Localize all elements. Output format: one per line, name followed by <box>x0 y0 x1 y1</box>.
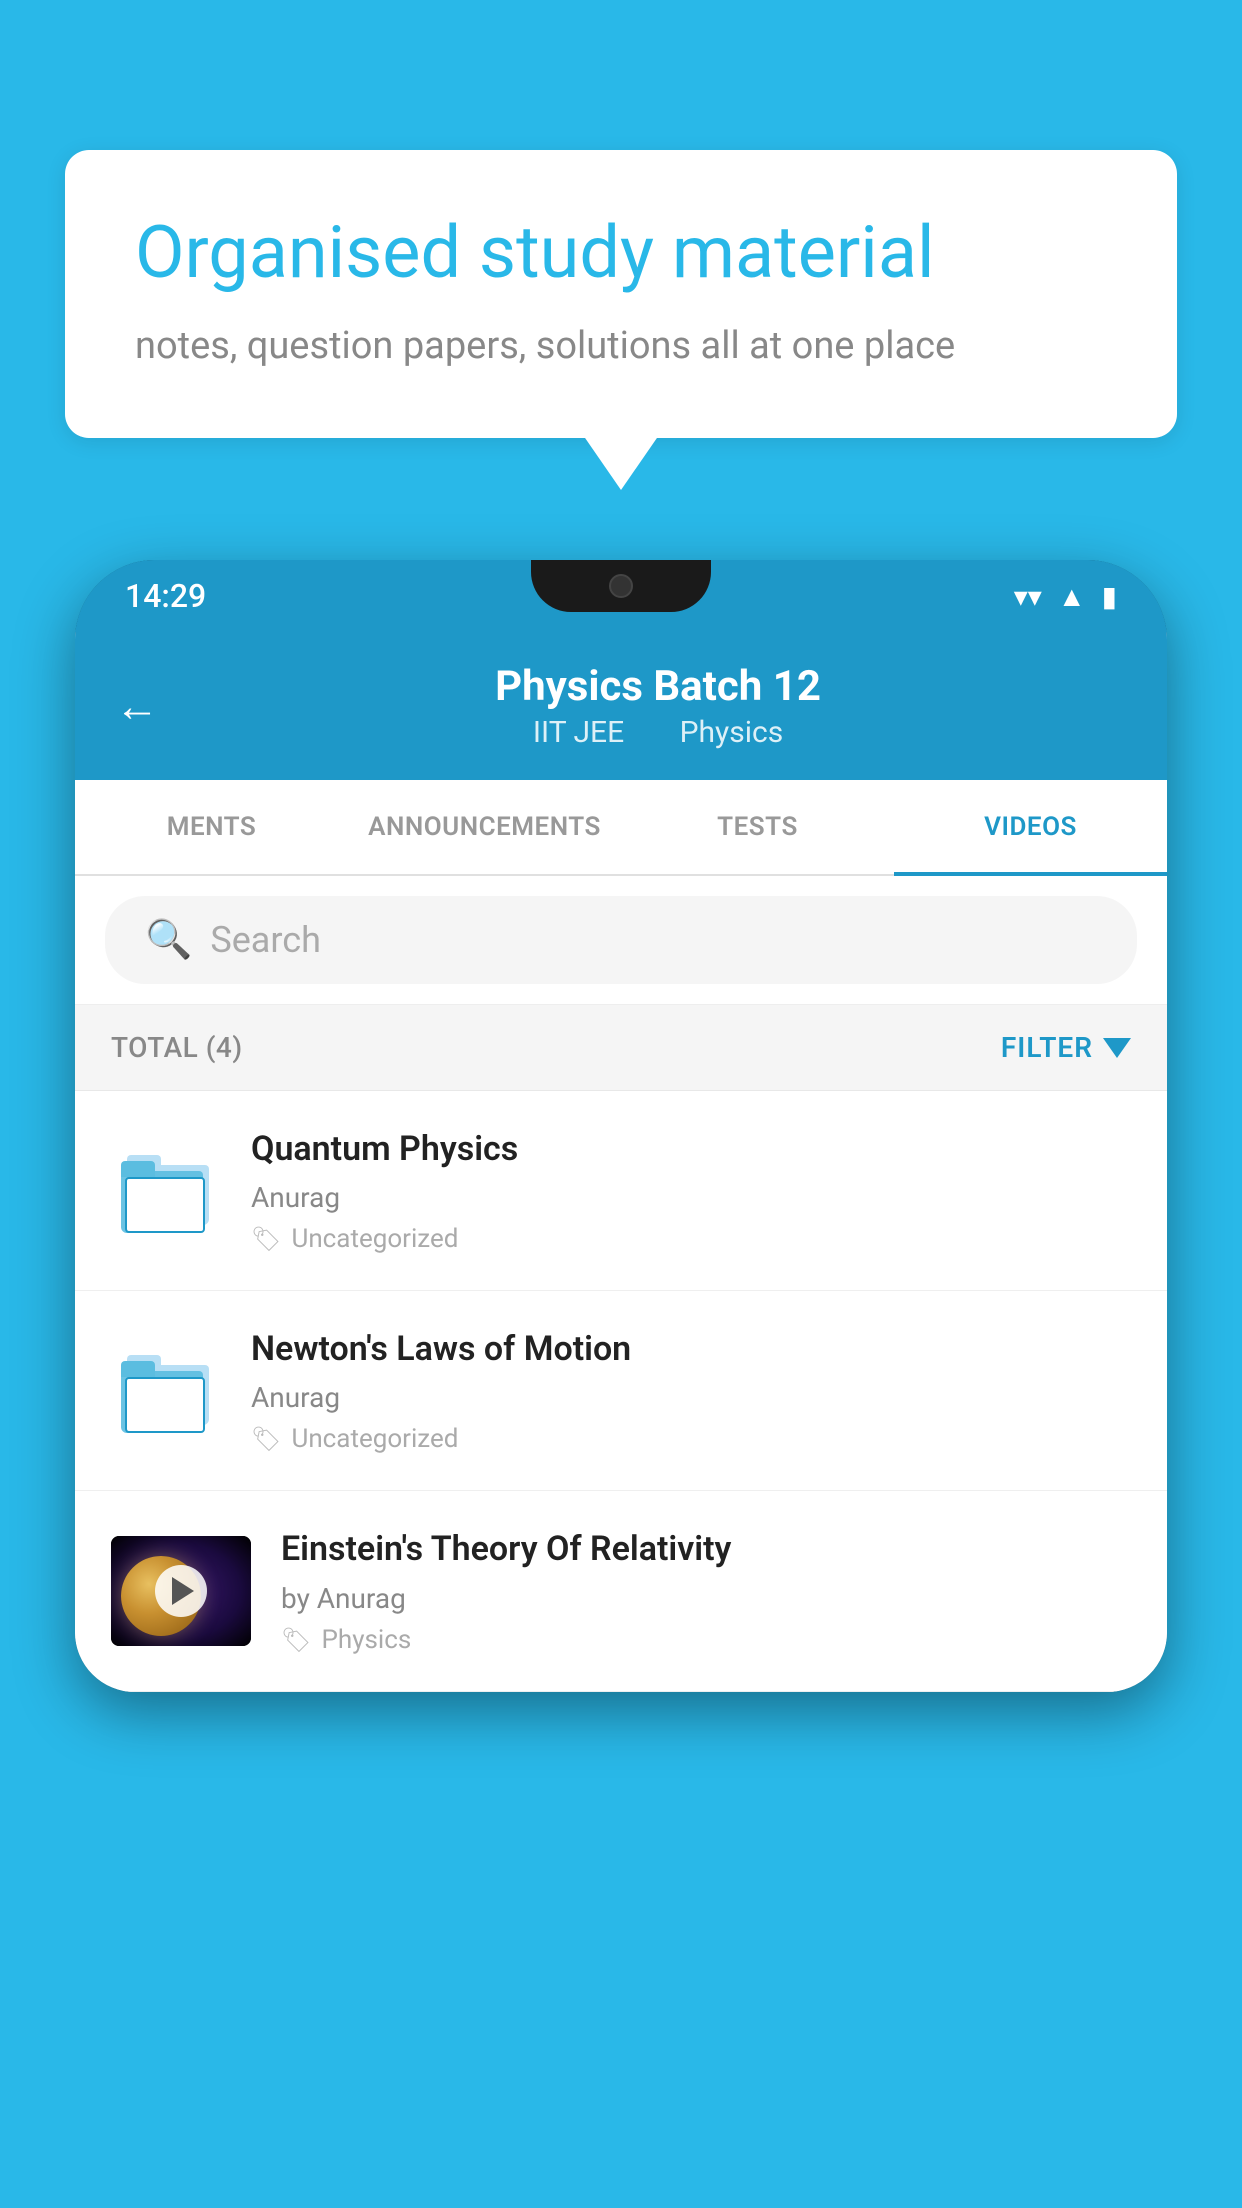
video-title: Quantum Physics <box>251 1127 1131 1171</box>
tab-tests[interactable]: TESTS <box>621 780 894 874</box>
video-author: by Anurag <box>281 1582 1131 1615</box>
phone-device: 14:29 ▾▾ ▲ ▮ ← Physics Batch 12 IIT JEE <box>75 560 1167 1692</box>
search-bar-container: 🔍 Search <box>75 876 1167 1005</box>
tab-bar: MENTS ANNOUNCEMENTS TESTS VIDEOS <box>75 780 1167 876</box>
header-subtitle: IIT JEE Physics <box>189 715 1127 750</box>
header-subtitle-part1: IIT JEE <box>533 715 624 750</box>
tag-icon: 🏷 <box>251 1225 281 1253</box>
speech-bubble-card: Organised study material notes, question… <box>65 150 1177 438</box>
header-subtitle-part2: Physics <box>680 715 784 750</box>
app-header: ← Physics Batch 12 IIT JEE Physics <box>75 632 1167 780</box>
phone-wrapper: 14:29 ▾▾ ▲ ▮ ← Physics Batch 12 IIT JEE <box>75 560 1167 2208</box>
folder-icon-wrapper <box>111 1348 221 1433</box>
tag-icon: 🏷 <box>251 1425 281 1453</box>
back-button[interactable]: ← <box>115 680 159 732</box>
video-title: Einstein's Theory Of Relativity <box>281 1527 1131 1571</box>
filter-button[interactable]: FILTER <box>1001 1031 1131 1064</box>
battery-icon: ▮ <box>1102 580 1117 613</box>
phone-notch <box>531 560 711 612</box>
folder-icon <box>121 1148 211 1233</box>
tag-label: Physics <box>321 1625 411 1655</box>
video-info: Quantum Physics Anurag 🏷 Uncategorized <box>251 1127 1131 1254</box>
video-tag: 🏷 Physics <box>281 1625 1131 1655</box>
play-icon <box>172 1577 194 1605</box>
list-item[interactable]: Einstein's Theory Of Relativity by Anura… <box>75 1491 1167 1691</box>
header-title: Physics Batch 12 <box>189 662 1127 711</box>
status-time: 14:29 <box>125 577 206 615</box>
video-title: Newton's Laws of Motion <box>251 1327 1131 1371</box>
list-item[interactable]: Quantum Physics Anurag 🏷 Uncategorized <box>75 1091 1167 1291</box>
video-author: Anurag <box>251 1181 1131 1214</box>
folder-icon <box>121 1348 211 1433</box>
wifi-icon: ▾▾ <box>1014 580 1042 613</box>
video-info: Einstein's Theory Of Relativity by Anura… <box>281 1527 1131 1654</box>
list-item[interactable]: Newton's Laws of Motion Anurag 🏷 Uncateg… <box>75 1291 1167 1491</box>
camera <box>609 574 633 598</box>
search-bar[interactable]: 🔍 Search <box>105 896 1137 984</box>
tag-label: Uncategorized <box>291 1224 458 1254</box>
total-count-label: TOTAL (4) <box>111 1031 243 1064</box>
tab-announcements[interactable]: ANNOUNCEMENTS <box>348 780 621 874</box>
tab-ments[interactable]: MENTS <box>75 780 348 874</box>
filter-label: FILTER <box>1001 1031 1093 1064</box>
video-author: Anurag <box>251 1381 1131 1414</box>
speech-bubble-subtext: notes, question papers, solutions all at… <box>135 324 1107 368</box>
speech-bubble-headline: Organised study material <box>135 210 1107 296</box>
search-placeholder: Search <box>210 919 321 961</box>
status-bar: 14:29 ▾▾ ▲ ▮ <box>75 560 1167 632</box>
speech-bubble-section: Organised study material notes, question… <box>65 150 1177 438</box>
filter-icon <box>1103 1038 1131 1058</box>
video-tag: 🏷 Uncategorized <box>251 1424 1131 1454</box>
folder-icon-wrapper <box>111 1148 221 1233</box>
tag-icon: 🏷 <box>281 1626 311 1654</box>
video-thumbnail <box>111 1536 251 1646</box>
video-info: Newton's Laws of Motion Anurag 🏷 Uncateg… <box>251 1327 1131 1454</box>
tag-label: Uncategorized <box>291 1424 458 1454</box>
tab-videos[interactable]: VIDEOS <box>894 780 1167 874</box>
video-tag: 🏷 Uncategorized <box>251 1224 1131 1254</box>
header-title-group: Physics Batch 12 IIT JEE Physics <box>189 662 1127 750</box>
play-button[interactable] <box>155 1565 207 1617</box>
app-screen: ← Physics Batch 12 IIT JEE Physics MENTS… <box>75 632 1167 1692</box>
signal-icon: ▲ <box>1058 580 1086 613</box>
filter-bar: TOTAL (4) FILTER <box>75 1005 1167 1091</box>
search-icon: 🔍 <box>145 918 192 962</box>
status-icons: ▾▾ ▲ ▮ <box>1014 580 1117 613</box>
video-list: Quantum Physics Anurag 🏷 Uncategorized <box>75 1091 1167 1692</box>
